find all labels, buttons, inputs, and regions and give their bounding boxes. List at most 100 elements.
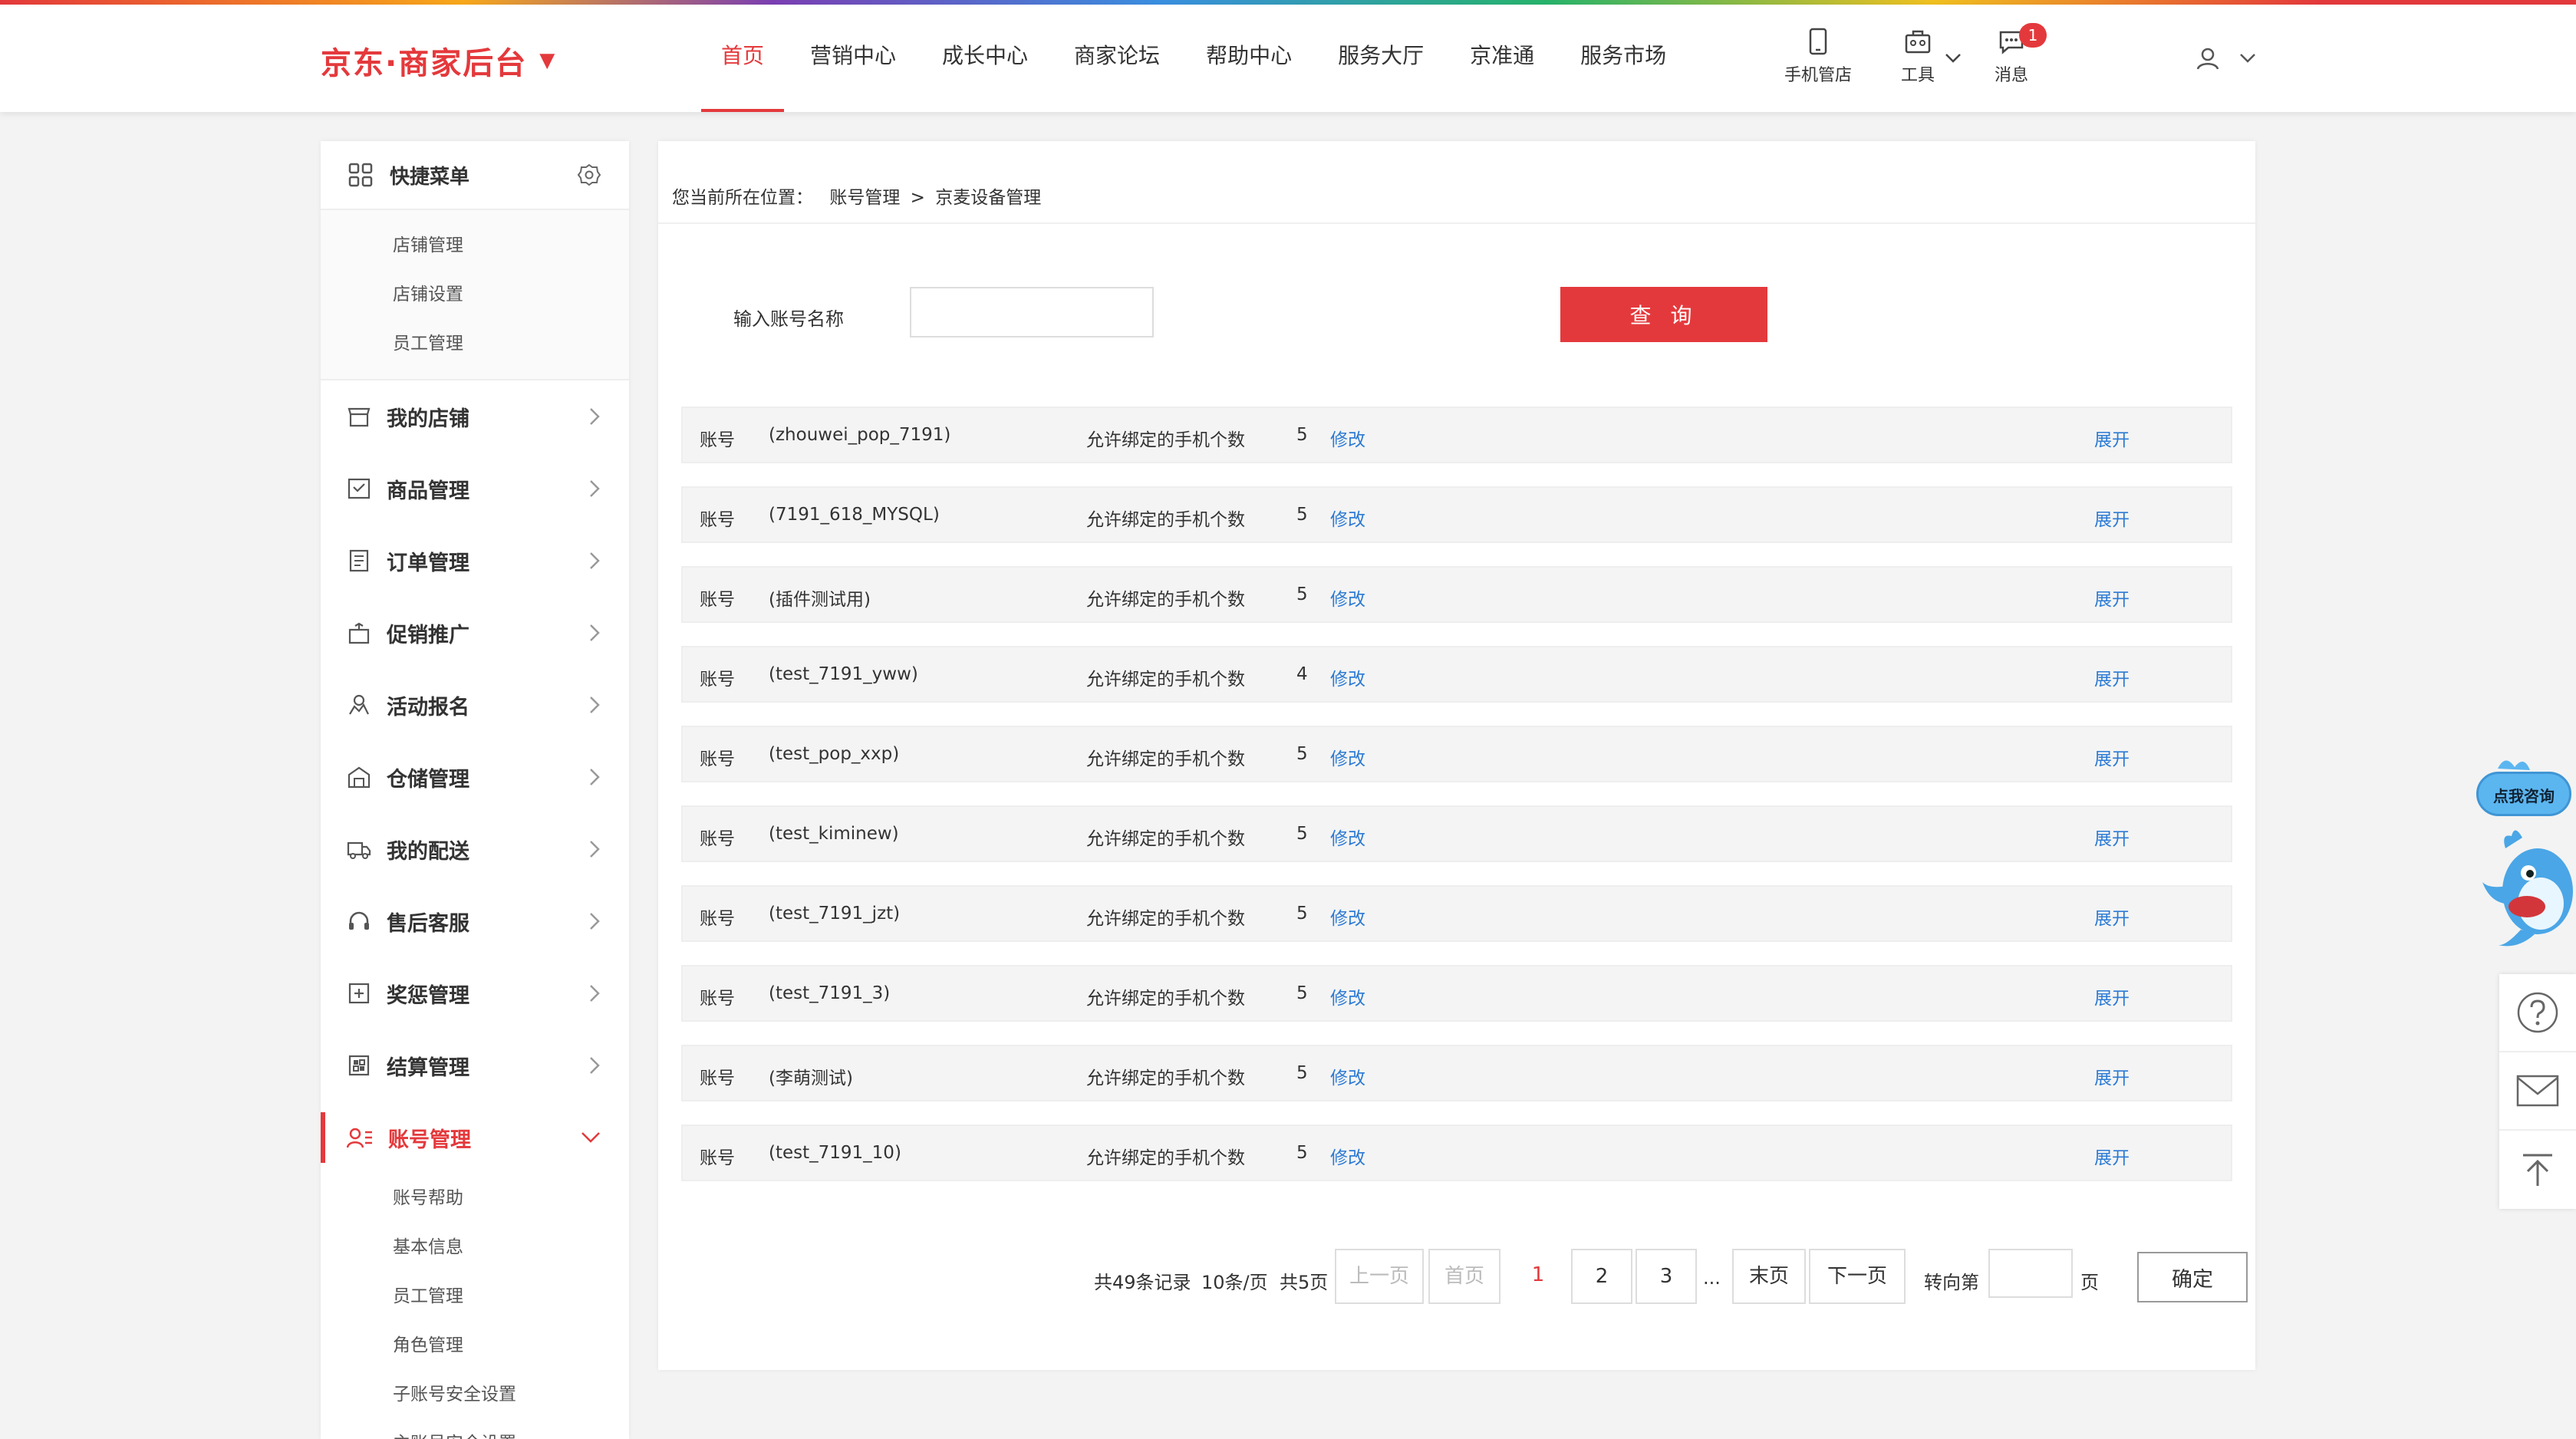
confirm-button[interactable]: 确定 xyxy=(2137,1252,2248,1302)
activity-icon xyxy=(349,694,369,715)
first-page-button[interactable]: 首页 xyxy=(1428,1249,1500,1304)
mail-tool[interactable] xyxy=(2499,1052,2576,1131)
messages-tool[interactable]: 消息 1 xyxy=(1965,23,2057,86)
edit-link[interactable]: 修改 xyxy=(1330,824,1365,850)
sidebar-item-activity[interactable]: 活动报名 xyxy=(321,669,629,741)
sidebar-item-account[interactable]: 账号管理 xyxy=(321,1101,629,1174)
chevron-right-icon xyxy=(590,769,600,785)
allowed-phones-count: 5 xyxy=(1296,584,1308,604)
edit-link[interactable]: 修改 xyxy=(1330,904,1365,930)
reward-icon xyxy=(348,983,370,1004)
prev-page-button[interactable]: 上一页 xyxy=(1335,1249,1424,1304)
allowed-phones-count: 5 xyxy=(1296,744,1308,764)
sidebar-item-orders[interactable]: 订单管理 xyxy=(321,525,629,597)
expand-link[interactable]: 展开 xyxy=(2094,584,2130,611)
expand-link[interactable]: 展开 xyxy=(2094,505,2130,531)
messages-label: 消息 xyxy=(1994,66,2028,85)
quick-item-store-settings[interactable]: 店铺设置 xyxy=(321,270,629,319)
allowed-phones-label: 允许绑定的手机个数 xyxy=(1086,430,1245,450)
nav-help[interactable]: 帮助中心 xyxy=(1183,5,1315,112)
mobile-shop-tool[interactable]: 手机管店 xyxy=(1772,28,1864,86)
edit-link[interactable]: 修改 xyxy=(1330,664,1365,690)
total-pages: 共5页 xyxy=(1280,1272,1329,1293)
edit-link[interactable]: 修改 xyxy=(1330,505,1365,531)
logo[interactable]: 京东·商家后台 ▼ xyxy=(321,38,556,83)
last-page-button[interactable]: 末页 xyxy=(1732,1249,1806,1304)
edit-link[interactable]: 修改 xyxy=(1330,744,1365,770)
account-label: 账号 xyxy=(700,510,735,530)
quick-menu-title: 快捷菜单 xyxy=(390,165,470,189)
sidebar-item-settlement[interactable]: 结算管理 xyxy=(321,1029,629,1101)
page-1-button[interactable]: 1 xyxy=(1519,1249,1557,1304)
allowed-phones-label: 允许绑定的手机个数 xyxy=(1086,510,1245,530)
tools-chevron-down-icon[interactable] xyxy=(1944,52,1962,64)
goto-page-input[interactable] xyxy=(1988,1249,2073,1298)
expand-link[interactable]: 展开 xyxy=(2094,1143,2130,1169)
expand-link[interactable]: 展开 xyxy=(2094,983,2130,1009)
top-header: 京东·商家后台 ▼ 首页 营销中心 成长中心 商家论坛 帮助中心 服务大厅 京准… xyxy=(0,5,2576,112)
nav-home[interactable]: 首页 xyxy=(698,5,787,112)
expand-link[interactable]: 展开 xyxy=(2094,1063,2130,1089)
sidebar-item-warehouse[interactable]: 仓储管理 xyxy=(321,741,629,813)
sidebar-item-after-sales[interactable]: 售后客服 xyxy=(321,885,629,957)
sidebar-item-label: 订单管理 xyxy=(387,551,469,575)
account-label: 账号 xyxy=(700,989,735,1009)
chevron-down-icon xyxy=(581,1132,600,1143)
sub-item-main-account-security[interactable]: 主账号安全设置 xyxy=(321,1419,629,1439)
edit-link[interactable]: 修改 xyxy=(1330,584,1365,611)
sub-item-role-management[interactable]: 角色管理 xyxy=(321,1321,629,1370)
sidebar-item-promotion[interactable]: 促销推广 xyxy=(321,597,629,669)
sidebar-item-goods[interactable]: 商品管理 xyxy=(321,453,629,525)
gear-icon[interactable] xyxy=(577,163,601,187)
sidebar-item-delivery[interactable]: 我的配送 xyxy=(321,813,629,885)
sub-item-staff-management[interactable]: 员工管理 xyxy=(321,1272,629,1321)
sub-item-basic-info[interactable]: 基本信息 xyxy=(321,1223,629,1272)
sidebar-item-label: 我的店铺 xyxy=(387,407,469,431)
allowed-phones-label: 允许绑定的手机个数 xyxy=(1086,749,1245,769)
edit-link[interactable]: 修改 xyxy=(1330,425,1365,451)
edit-link[interactable]: 修改 xyxy=(1330,1063,1365,1089)
expand-link[interactable]: 展开 xyxy=(2094,824,2130,850)
help-tool[interactable] xyxy=(2499,974,2576,1052)
allowed-phones-count: 5 xyxy=(1296,983,1308,1003)
user-menu[interactable] xyxy=(2196,46,2257,71)
quick-item-store-management[interactable]: 店铺管理 xyxy=(321,221,629,270)
allowed-phones-label: 允许绑定的手机个数 xyxy=(1086,590,1245,610)
sidebar: 快捷菜单 店铺管理 店铺设置 员工管理 我的店铺 商品管理 订单管理 促销推广 xyxy=(321,141,629,1439)
nav-forum[interactable]: 商家论坛 xyxy=(1051,5,1183,112)
next-page-button[interactable]: 下一页 xyxy=(1809,1249,1906,1304)
nav-market[interactable]: 服务市场 xyxy=(1557,5,1689,112)
sidebar-item-my-store[interactable]: 我的店铺 xyxy=(321,380,629,453)
account-name: (test_7191_yww) xyxy=(769,664,918,684)
logo-dropdown-icon[interactable]: ▼ xyxy=(539,49,556,72)
consult-widget[interactable]: 点我咨询 xyxy=(2475,753,2576,953)
account-name-input[interactable] xyxy=(910,287,1154,338)
nav-service-hall[interactable]: 服务大厅 xyxy=(1315,5,1447,112)
expand-link[interactable]: 展开 xyxy=(2094,425,2130,451)
account-name: (test_7191_10) xyxy=(769,1143,901,1163)
table-row: 账号 (zhouwei_pop_7191) 允许绑定的手机个数 5 修改 展开 xyxy=(681,407,2232,463)
mobile-shop-label: 手机管店 xyxy=(1784,66,1852,85)
breadcrumb-account-management[interactable]: 账号管理 xyxy=(829,188,900,208)
sub-item-sub-account-security[interactable]: 子账号安全设置 xyxy=(321,1370,629,1419)
expand-link[interactable]: 展开 xyxy=(2094,744,2130,770)
question-icon xyxy=(2517,992,2558,1033)
page-3-button[interactable]: 3 xyxy=(1636,1249,1697,1304)
query-button[interactable]: 查 询 xyxy=(1560,287,1767,342)
quick-item-staff-management[interactable]: 员工管理 xyxy=(321,319,629,368)
nav-jzt[interactable]: 京准通 xyxy=(1447,5,1557,112)
edit-link[interactable]: 修改 xyxy=(1330,983,1365,1009)
page-2-button[interactable]: 2 xyxy=(1571,1249,1632,1304)
back-to-top-tool[interactable] xyxy=(2499,1131,2576,1209)
allowed-phones-label: 允许绑定的手机个数 xyxy=(1086,989,1245,1009)
expand-link[interactable]: 展开 xyxy=(2094,664,2130,690)
sidebar-item-reward[interactable]: 奖惩管理 xyxy=(321,957,629,1029)
main-nav: 首页 营销中心 成长中心 商家论坛 帮助中心 服务大厅 京准通 服务市场 xyxy=(698,5,1689,112)
expand-link[interactable]: 展开 xyxy=(2094,904,2130,930)
nav-growth[interactable]: 成长中心 xyxy=(919,5,1051,112)
sub-item-account-help[interactable]: 账号帮助 xyxy=(321,1174,629,1223)
edit-link[interactable]: 修改 xyxy=(1330,1143,1365,1169)
nav-marketing[interactable]: 营销中心 xyxy=(787,5,919,112)
account-label: 账号 xyxy=(700,590,735,610)
user-icon xyxy=(2196,48,2219,70)
